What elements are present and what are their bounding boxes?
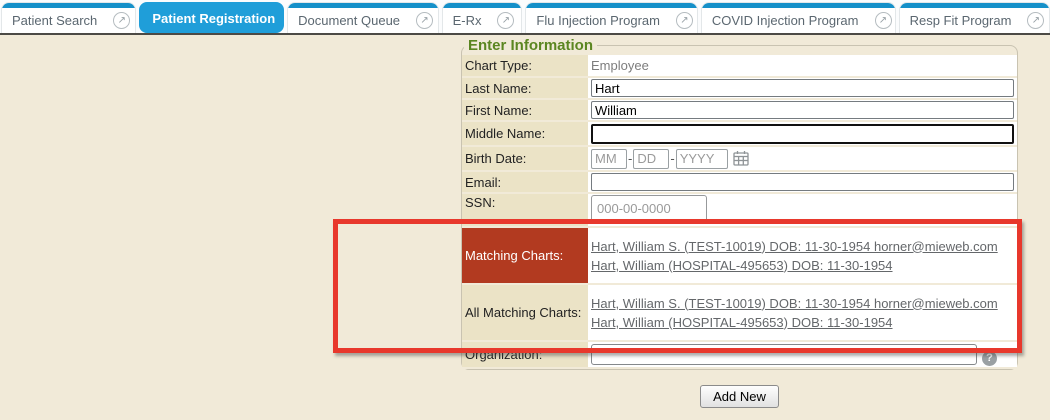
row-organization: Organization: ?: [462, 341, 1017, 368]
row-middle-name: Middle Name:: [462, 121, 1017, 146]
open-in-new-window-icon[interactable]: ↗: [676, 12, 693, 29]
open-in-new-window-icon[interactable]: ↗: [875, 12, 892, 29]
calendar-icon[interactable]: [733, 150, 749, 166]
row-chart-type: Chart Type: Employee: [462, 55, 1017, 77]
add-new-button[interactable]: Add New: [700, 385, 779, 408]
row-first-name: First Name:: [462, 99, 1017, 121]
row-email: Email:: [462, 171, 1017, 193]
row-ssn: SSN:: [462, 193, 1017, 227]
tab-label: Patient Registration: [152, 11, 275, 26]
tab-bar-bottom-rule: [0, 33, 1050, 35]
tab-label: Patient Search: [12, 13, 97, 28]
organization-input[interactable]: [591, 344, 977, 365]
tab-flu-injection-program[interactable]: Flu Injection Program ↗: [525, 2, 697, 33]
chart-type-value: Employee: [591, 58, 649, 73]
tab-covid-injection-program[interactable]: COVID Injection Program ↗: [701, 2, 896, 33]
ssn-label: SSN:: [462, 193, 588, 227]
birth-year-input[interactable]: [676, 149, 728, 169]
matching-charts-label: Matching Charts:: [462, 227, 588, 284]
enter-information-panel: Enter Information Chart Type: Employee L…: [461, 37, 1018, 370]
registration-form-table: Chart Type: Employee Last Name: First Na…: [462, 55, 1017, 369]
tab-document-queue[interactable]: Document Queue ↗: [287, 2, 438, 33]
organization-label: Organization:: [462, 341, 588, 368]
matching-chart-link[interactable]: Hart, William S. (TEST-10019) DOB: 11-30…: [591, 294, 1014, 313]
tab-e-rx[interactable]: E-Rx ↗: [442, 2, 523, 33]
open-in-new-window-icon[interactable]: ↗: [113, 12, 130, 29]
matching-chart-link[interactable]: Hart, William S. (TEST-10019) DOB: 11-30…: [591, 237, 1014, 256]
help-icon[interactable]: ?: [982, 351, 997, 366]
row-birth-date: Birth Date: - -: [462, 146, 1017, 171]
first-name-input[interactable]: [591, 101, 1014, 119]
email-input[interactable]: [591, 173, 1014, 191]
tab-label: COVID Injection Program: [712, 13, 859, 28]
row-all-matching-charts: All Matching Charts: Hart, William S. (T…: [462, 284, 1017, 341]
tab-patient-registration[interactable]: Patient Registration: [139, 2, 284, 33]
row-matching-charts: Matching Charts: Hart, William S. (TEST-…: [462, 227, 1017, 284]
all-matching-charts-label: All Matching Charts:: [462, 284, 588, 341]
form-actions: Add New: [461, 385, 1018, 408]
tab-patient-search[interactable]: Patient Search ↗: [1, 2, 136, 33]
birth-date-label: Birth Date:: [462, 146, 588, 171]
middle-name-input[interactable]: [591, 124, 1014, 144]
tab-resp-fit-program[interactable]: Resp Fit Program ↗: [899, 2, 1050, 33]
last-name-input[interactable]: [591, 79, 1014, 97]
matching-chart-link[interactable]: Hart, William (HOSPITAL-495653) DOB: 11-…: [591, 313, 1014, 332]
chart-type-label: Chart Type:: [462, 55, 588, 77]
date-separator: -: [628, 151, 632, 166]
open-in-new-window-icon[interactable]: ↗: [1027, 12, 1044, 29]
tab-label: E-Rx: [453, 13, 482, 28]
birth-day-input[interactable]: [633, 149, 669, 169]
tab-label: Flu Injection Program: [536, 13, 660, 28]
panel-title: Enter Information: [464, 37, 597, 54]
tab-bar: Patient Search ↗ Patient Registration Do…: [0, 0, 1050, 33]
tab-label: Document Queue: [298, 13, 400, 28]
last-name-label: Last Name:: [462, 77, 588, 99]
row-last-name: Last Name:: [462, 77, 1017, 99]
ssn-input[interactable]: [591, 195, 707, 222]
matching-chart-link[interactable]: Hart, William (HOSPITAL-495653) DOB: 11-…: [591, 256, 1014, 275]
birth-month-input[interactable]: [591, 149, 627, 169]
first-name-label: First Name:: [462, 99, 588, 121]
tab-label: Resp Fit Program: [910, 13, 1012, 28]
email-label: Email:: [462, 171, 588, 193]
middle-name-label: Middle Name:: [462, 121, 588, 146]
date-separator: -: [670, 151, 674, 166]
open-in-new-window-icon[interactable]: ↗: [416, 12, 433, 29]
open-in-new-window-icon[interactable]: ↗: [497, 12, 514, 29]
